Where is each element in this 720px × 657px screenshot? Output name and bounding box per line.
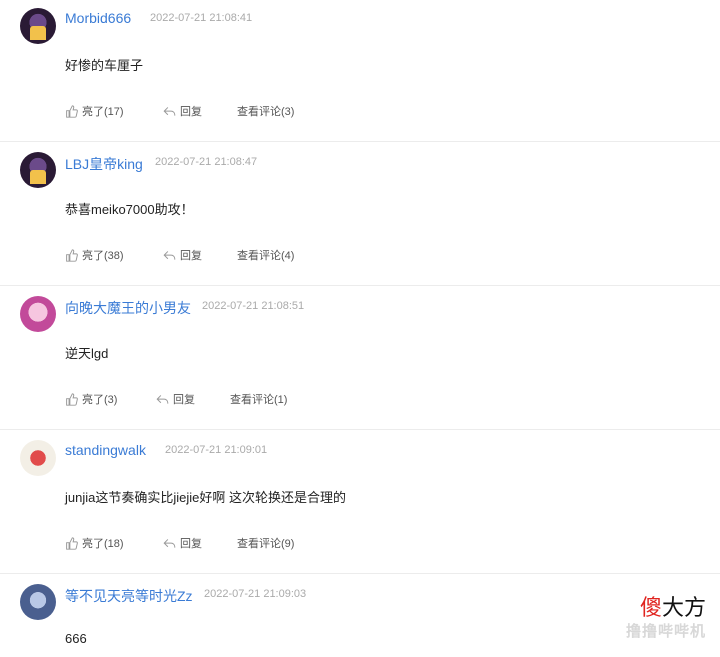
- like-button[interactable]: 亮了(18): [65, 535, 124, 551]
- like-count: 亮了(17): [82, 106, 124, 118]
- watermark-subtitle: 撸撸哔哔机: [625, 623, 706, 640]
- reply-label: 回复: [180, 538, 202, 550]
- view-comments-label: 查看评论(1): [230, 394, 288, 406]
- reply-label: 回复: [180, 106, 202, 118]
- avatar[interactable]: [20, 8, 56, 44]
- reply-arrow-icon: [163, 250, 176, 260]
- avatar[interactable]: [20, 152, 56, 188]
- divider: [0, 573, 720, 574]
- reply-arrow-icon: [156, 394, 169, 404]
- divider: [0, 285, 720, 286]
- watermark-title: 傻大方: [639, 595, 706, 620]
- like-count: 亮了(3): [82, 394, 118, 406]
- divider: [0, 141, 720, 142]
- username[interactable]: Morbid666: [65, 10, 131, 26]
- timestamp: 2022-07-21 21:08:47: [155, 156, 258, 168]
- reply-arrow-icon: [163, 106, 176, 116]
- view-comments-link[interactable]: 查看评论(4): [237, 247, 294, 263]
- comment-text: 666: [65, 631, 87, 646]
- username[interactable]: LBJ皇帝king: [65, 154, 143, 174]
- view-comments-link[interactable]: 查看评论(1): [230, 391, 287, 407]
- reply-arrow-icon: [163, 538, 176, 548]
- comment-item: Morbid666 2022-07-21 21:08:41 好惨的车厘子 亮了(…: [0, 0, 720, 142]
- thumbs-up-icon: [66, 104, 78, 118]
- comment-item: LBJ皇帝king 2022-07-21 21:08:47 恭喜meiko700…: [0, 144, 720, 286]
- view-comments-link[interactable]: 查看评论(3): [237, 103, 294, 119]
- reply-button[interactable]: 回复: [163, 247, 202, 263]
- comment-text: 逆天lgd: [65, 346, 109, 361]
- comment-text: 恭喜meiko7000助攻！: [65, 202, 194, 217]
- timestamp: 2022-07-21 21:09:03: [204, 588, 307, 600]
- username[interactable]: 等不见天亮等时光Zz: [65, 586, 193, 606]
- thumbs-up-icon: [66, 248, 78, 262]
- username[interactable]: standingwalk: [65, 442, 146, 458]
- view-comments-label: 查看评论(3): [237, 106, 295, 118]
- reply-button[interactable]: 回复: [163, 103, 202, 119]
- avatar[interactable]: [20, 296, 56, 332]
- like-button[interactable]: 亮了(3): [65, 391, 117, 407]
- reply-label: 回复: [173, 394, 195, 406]
- like-count: 亮了(18): [82, 538, 124, 550]
- view-comments-label: 查看评论(9): [237, 538, 295, 550]
- reply-button[interactable]: 回复: [156, 391, 195, 407]
- watermark: 傻大方 撸撸哔哔机: [626, 596, 706, 641]
- view-comments-link[interactable]: 查看评论(9): [237, 535, 294, 551]
- thumbs-up-icon: [66, 536, 78, 550]
- like-button[interactable]: 亮了(17): [65, 103, 124, 119]
- comment-item: 向晚大魔王的小男友 2022-07-21 21:08:51 逆天lgd 亮了(3…: [0, 288, 720, 430]
- avatar[interactable]: [20, 584, 56, 620]
- comment-text: 好惨的车厘子: [65, 58, 144, 73]
- like-button[interactable]: 亮了(38): [65, 247, 124, 263]
- comment-item: standingwalk 2022-07-21 21:09:01 junjia这…: [0, 432, 720, 574]
- reply-button[interactable]: 回复: [163, 535, 202, 551]
- comment-text: junjia这节奏确实比jiejie好啊 这次轮换还是合理的: [65, 490, 346, 505]
- view-comments-label: 查看评论(4): [237, 250, 295, 262]
- thumbs-up-icon: [66, 392, 78, 406]
- timestamp: 2022-07-21 21:08:51: [202, 300, 305, 312]
- like-count: 亮了(38): [82, 250, 124, 262]
- avatar[interactable]: [20, 440, 56, 476]
- username[interactable]: 向晚大魔王的小男友: [65, 298, 191, 318]
- comment-item: 等不见天亮等时光Zz 2022-07-21 21:09:03 666: [0, 576, 720, 657]
- timestamp: 2022-07-21 21:08:41: [150, 12, 253, 24]
- timestamp: 2022-07-21 21:09:01: [165, 444, 268, 456]
- reply-label: 回复: [180, 250, 202, 262]
- divider: [0, 429, 720, 430]
